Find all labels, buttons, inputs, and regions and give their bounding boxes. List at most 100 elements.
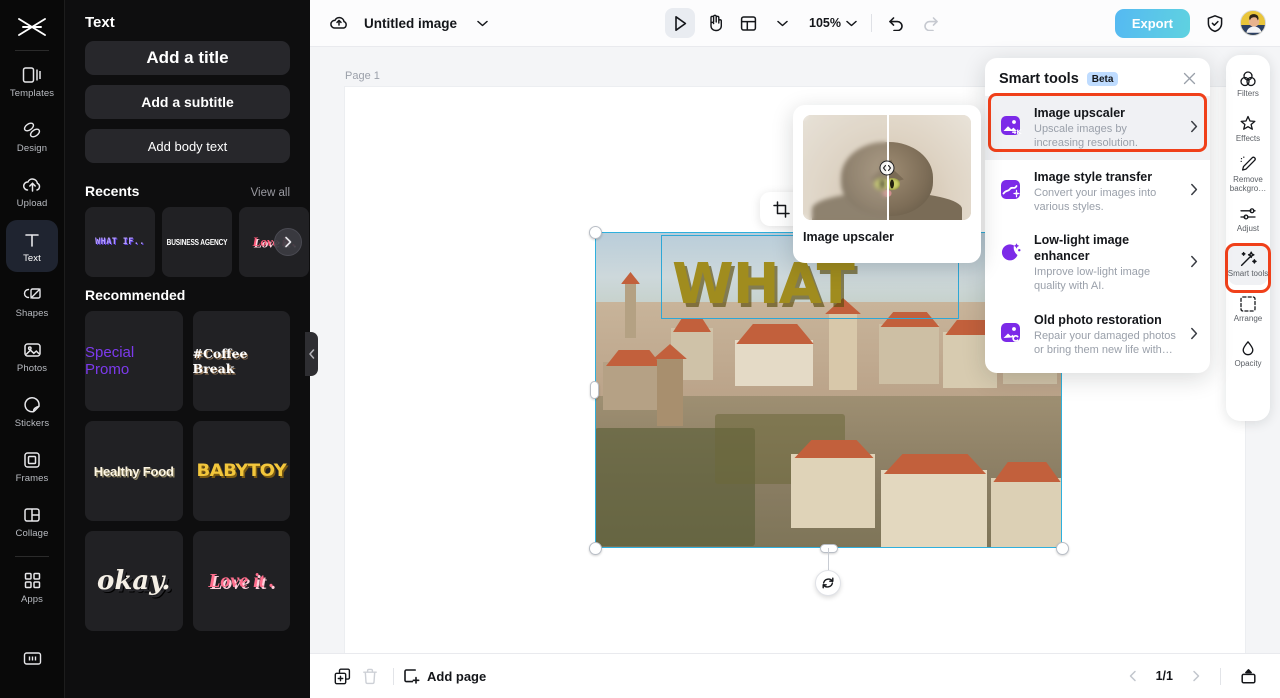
resize-handle-top-left[interactable] [588,225,602,239]
sidebar-item-collage[interactable]: Collage [6,495,58,547]
undo-icon [889,16,904,31]
panel-collapse-handle[interactable] [305,332,318,376]
smart-tools-header: Smart tools Beta [985,58,1210,96]
tool-arrange[interactable]: Arrange [1228,288,1268,330]
resize-handle-left[interactable] [590,381,599,399]
sidebar-item-brand-kit[interactable] [6,632,58,684]
tool-effects[interactable]: Effects [1228,108,1268,150]
frame-icon [23,449,41,471]
sidebar-item-apps[interactable]: Apps [6,561,58,613]
bottombar-divider [393,667,394,685]
tool-label: Arrange [1233,314,1263,324]
recent-card[interactable]: WHAT IF.. [85,207,155,277]
recent-card[interactable]: BUSINESS AGENCY [162,207,232,277]
avatar[interactable] [1240,10,1266,36]
panel-title: Text [85,14,115,31]
rotate-handle[interactable] [815,570,841,596]
recommended-card-label: BABYTOY [196,461,287,481]
add-title-button[interactable]: Add a title [85,41,290,75]
moon-stars-icon [997,239,1024,266]
layout-caret[interactable] [767,8,797,38]
recommended-card[interactable]: Love it . [192,531,290,631]
tool-filters[interactable]: Filters [1228,63,1268,105]
duplicate-page-button[interactable] [328,662,356,690]
smart-tool-name: Image style transfer [1034,169,1153,184]
chevron-left-icon [1129,670,1136,682]
recents-header: Recents View all [65,173,310,207]
sidebar-item-text[interactable]: Text [6,220,58,272]
timeline-toggle-button[interactable] [1234,662,1262,690]
tool-remove-background[interactable]: Remove backgro… [1228,153,1268,195]
close-icon[interactable] [1183,72,1196,87]
undo-button[interactable] [882,8,912,38]
tool-smart-tools[interactable]: Smart tools [1225,243,1271,293]
collage-icon [23,504,41,526]
recommended-header: Recommended [65,277,310,311]
sidebar-item-label: Design [16,142,48,154]
redo-button[interactable] [916,8,946,38]
next-page-button[interactable] [1185,665,1207,687]
crop-icon [772,200,790,218]
zoom-control[interactable]: 105% [801,16,861,30]
redo-icon [924,16,939,31]
shapes-icon [22,284,42,306]
delete-page-button[interactable] [356,662,384,690]
shield-check-icon[interactable] [1200,8,1230,38]
chevron-down-icon [776,20,788,26]
smart-tool-low-light-enhancer[interactable]: Low-light image enhancer Improve low-lig… [985,223,1210,303]
add-subtitle-button[interactable]: Add a subtitle [85,85,290,119]
sidebar-item-stickers[interactable]: Stickers [6,385,58,437]
capcut-logo-icon[interactable] [13,10,51,44]
layout-tool-button[interactable] [733,8,763,38]
sidebar-item-frames[interactable]: Frames [6,440,58,492]
sidebar-item-shapes[interactable]: Shapes [6,275,58,327]
sidebar-item-design[interactable]: Design [6,110,58,162]
resize-handle-bottom-right[interactable] [1055,541,1069,555]
recommended-card[interactable]: Special Promo [85,311,183,411]
sidebar-item-templates[interactable]: Templates [6,55,58,107]
trash-icon [363,668,377,684]
left-icon-rail: Templates Design Upload Text Shapes Phot… [0,0,65,698]
recents-next-button[interactable] [274,228,302,256]
sticker-icon [23,394,42,416]
compare-slider-icon[interactable] [879,160,895,175]
add-body-text-button[interactable]: Add body text [85,129,290,163]
export-button[interactable]: Export [1114,8,1190,38]
recommended-card-label: Love it . [208,569,275,592]
crop-button[interactable] [768,196,794,222]
image-style-icon [997,176,1024,203]
smart-tool-image-style-transfer[interactable]: Image style transfer Convert your images… [985,160,1210,224]
cursor-arrow-icon [674,15,686,31]
sidebar-item-upload[interactable]: Upload [6,165,58,217]
document-title-caret[interactable] [467,8,497,38]
smart-tool-image-upscaler[interactable]: 4K Image upscaler Upscale images by incr… [985,96,1210,160]
recommended-card[interactable]: Healthy Food [85,421,183,521]
remove-bg-icon [1239,155,1257,174]
recommended-card[interactable]: #Coffee Break [192,311,290,411]
smart-tool-old-photo-restoration[interactable]: Old photo restoration Repair your damage… [985,303,1210,367]
resize-handle-bottom-left[interactable] [588,541,602,555]
select-tool-button[interactable] [665,8,695,38]
hand-tool-button[interactable] [699,8,729,38]
recommended-card[interactable]: BABYTOY [192,421,290,521]
photo-detail [603,362,663,410]
sidebar-item-photos[interactable]: Photos [6,330,58,382]
photo-detail [879,324,939,384]
tool-adjust[interactable]: Adjust [1228,198,1268,240]
tool-opacity[interactable]: Opacity [1228,333,1268,375]
smart-tools-title: Smart tools [999,71,1079,87]
photo-detail [991,478,1062,548]
recents-view-all-link[interactable]: View all [251,187,290,199]
sidebar-item-label: Text [23,252,41,264]
prev-page-button[interactable] [1122,665,1144,687]
upscaler-before-after-preview [803,115,971,220]
sidebar-item-label: Shapes [15,307,49,319]
chevron-right-icon [1190,255,1198,271]
smart-tools-icon [1239,249,1257,268]
cloud-save-icon[interactable] [324,8,354,38]
document-title[interactable]: Untitled image [364,16,457,31]
recommended-card[interactable]: okay. [85,531,183,631]
chevron-right-icon [1190,183,1198,199]
add-page-button[interactable]: Add page [403,668,486,685]
design-icon [22,119,42,141]
